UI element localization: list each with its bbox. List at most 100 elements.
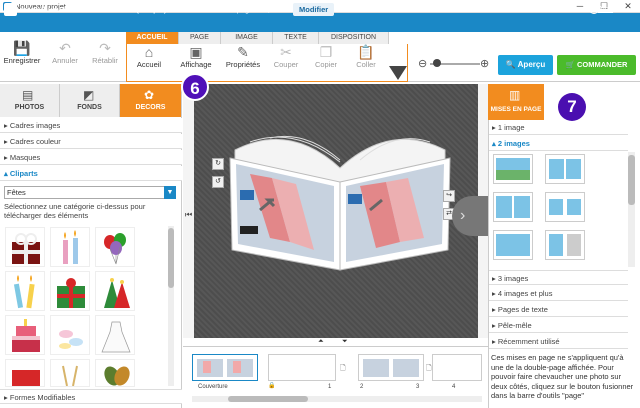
rotate-back-icon[interactable]: ↺ bbox=[212, 176, 224, 188]
thumb-label-cover: Couverture bbox=[198, 384, 228, 390]
cut-icon: ✂ bbox=[280, 44, 292, 60]
chevron-down-icon[interactable]: ▼ bbox=[164, 186, 176, 199]
link-icon[interactable]: ↪ bbox=[443, 190, 455, 202]
preview-button[interactable]: 🔍 Aperçu bbox=[498, 55, 553, 75]
clipart-party-hats[interactable] bbox=[95, 271, 135, 311]
clipart-candles[interactable] bbox=[50, 227, 90, 267]
section-cadres-couleur[interactable]: ▸ Cadres couleur bbox=[0, 134, 182, 149]
left-scrollbar-thumb[interactable] bbox=[168, 228, 174, 288]
layout-note: Ces mises en page ne s'appliquent qu'à u… bbox=[491, 353, 634, 400]
page-thumb-4[interactable] bbox=[432, 354, 482, 381]
section-cadres-images[interactable]: ▸ Cadres images bbox=[0, 118, 182, 133]
section-label: Pages de texte bbox=[497, 305, 548, 314]
order-label: COMMANDER bbox=[577, 60, 628, 69]
collapse-up-icon[interactable]: ⏶ bbox=[318, 338, 324, 346]
clipart-candy[interactable] bbox=[50, 315, 90, 355]
minimize-icon[interactable]: ─ bbox=[572, 1, 588, 11]
zoom-in-icon[interactable]: ⊕ bbox=[480, 57, 489, 70]
layout-option[interactable] bbox=[493, 154, 533, 184]
clipart-dress[interactable] bbox=[95, 315, 135, 355]
order-button[interactable]: 🛒 COMMANDER bbox=[557, 55, 636, 75]
tab-texte[interactable]: TEXTE bbox=[273, 32, 319, 44]
section-label: Masques bbox=[9, 153, 41, 162]
tab-disposition[interactable]: DISPOSITION bbox=[319, 32, 389, 44]
section-label: Récemment utilisé bbox=[497, 337, 560, 346]
layout-option[interactable] bbox=[545, 230, 585, 260]
section-4-images-plus[interactable]: ▸ 4 images et plus bbox=[489, 286, 628, 301]
next-spread-chevron-icon[interactable]: › bbox=[452, 196, 488, 236]
page-thumb-cover[interactable] bbox=[192, 354, 258, 381]
expand-down-icon[interactable]: ⏷ bbox=[342, 338, 348, 346]
page-icon: 🗋 bbox=[340, 365, 346, 372]
section-label: 1 image bbox=[497, 123, 525, 132]
section-pages-texte[interactable]: ▸ Pages de texte bbox=[489, 302, 628, 317]
undo-button[interactable]: ↶ Annuler bbox=[45, 40, 85, 65]
album-spread[interactable] bbox=[210, 130, 470, 280]
thumb-label-4: 4 bbox=[452, 384, 456, 390]
section-pele-mele[interactable]: ▸ Pêle-mêle bbox=[489, 318, 628, 333]
tab-page[interactable]: PAGE bbox=[179, 32, 221, 44]
section-label: Cadres couleur bbox=[9, 137, 61, 146]
clipart-butterfly[interactable] bbox=[95, 359, 135, 387]
product-name: Cahier (Souple) 15 cm x 10 cm bbox=[111, 5, 220, 14]
display-icon: ▣ bbox=[189, 44, 203, 60]
zoom-slider-handle[interactable] bbox=[433, 59, 441, 67]
copy-button[interactable]: ❐ Copier bbox=[306, 44, 346, 69]
home-icon: ⌂ bbox=[144, 44, 154, 60]
page-thumb-1[interactable] bbox=[268, 354, 336, 381]
layout-option[interactable] bbox=[493, 230, 533, 260]
tab-image[interactable]: IMAGE bbox=[221, 32, 273, 44]
right-scrollbar-thumb[interactable] bbox=[628, 155, 635, 205]
layout-icon: ▥ bbox=[509, 88, 521, 102]
section-cliparts[interactable]: ▴ Cliparts bbox=[0, 166, 182, 181]
page-thumb-2-3[interactable] bbox=[358, 354, 424, 381]
section-label: 4 images et plus bbox=[497, 289, 553, 298]
clipart-balloons[interactable] bbox=[95, 227, 135, 267]
section-2-images[interactable]: ▴ 2 images bbox=[489, 136, 628, 151]
properties-button[interactable]: ✎ Propriétés bbox=[222, 44, 264, 69]
home-button[interactable]: ⌂ Accueil bbox=[129, 44, 169, 69]
clipart-glasses[interactable] bbox=[50, 359, 90, 387]
strip-scrollbar-thumb[interactable] bbox=[228, 396, 308, 402]
cut-button[interactable]: ✂ Couper bbox=[266, 44, 306, 69]
redo-button[interactable]: ↷ Rétablir bbox=[85, 40, 125, 65]
save-button[interactable]: 💾 Enregistrer bbox=[2, 40, 42, 65]
photos-icon: ▤ bbox=[22, 88, 34, 102]
layout-option[interactable] bbox=[545, 192, 585, 222]
preview-icon: 🔍 bbox=[505, 60, 518, 69]
category-select[interactable]: Fêtes bbox=[4, 186, 176, 199]
clipart-cake-candles[interactable] bbox=[5, 271, 45, 311]
section-label: Formes Modifiables bbox=[9, 393, 76, 402]
help-link[interactable]: Aide bbox=[598, 4, 613, 13]
section-masques[interactable]: ▸ Masques bbox=[0, 150, 182, 165]
rotate-icon[interactable]: ↻ bbox=[212, 158, 224, 170]
layout-option[interactable] bbox=[493, 192, 533, 222]
thumb-label-1: 1 bbox=[328, 384, 332, 390]
paste-button[interactable]: 📋 Coller bbox=[346, 44, 386, 69]
display-button[interactable]: ▣ Affichage bbox=[176, 44, 216, 69]
copy-label: Copier bbox=[314, 60, 338, 69]
section-formes-modifiables[interactable]: ▸ Formes Modifiables bbox=[0, 389, 182, 404]
strip-scrollbar[interactable] bbox=[192, 396, 482, 402]
modify-button[interactable]: Modifier bbox=[293, 3, 335, 16]
clipart-gift[interactable] bbox=[5, 227, 45, 267]
section-recent[interactable]: ▸ Récemment utilisé bbox=[489, 334, 628, 349]
redo-label: Rétablir bbox=[92, 56, 118, 65]
clipart-birthday-cake[interactable] bbox=[5, 315, 45, 355]
close-icon[interactable]: ✕ bbox=[620, 1, 636, 12]
prev-page-rail[interactable]: ⏮ bbox=[183, 84, 194, 338]
tab-accueil[interactable]: ACCUEIL bbox=[126, 32, 179, 44]
product-details: - 16 pages - 6,99 € bbox=[219, 5, 285, 14]
product-info: Cahier (Souple) 15 cm x 10 cm - 16 pages… bbox=[111, 5, 284, 14]
fonds-icon: ◩ bbox=[83, 88, 95, 102]
clipart-gift-green[interactable] bbox=[50, 271, 90, 311]
paste-icon: 📋 bbox=[357, 44, 375, 60]
clipart-banner[interactable] bbox=[5, 359, 45, 387]
lock-icon: 🔒 bbox=[268, 383, 276, 389]
thumb-label-2: 2 bbox=[360, 384, 364, 390]
section-3-images[interactable]: ▸ 3 images bbox=[489, 270, 628, 285]
section-1-image[interactable]: ▸ 1 image bbox=[489, 120, 628, 135]
zoom-out-icon[interactable]: ⊖ bbox=[418, 57, 427, 70]
undo-icon: ↶ bbox=[59, 40, 71, 56]
layout-option[interactable] bbox=[545, 154, 585, 184]
